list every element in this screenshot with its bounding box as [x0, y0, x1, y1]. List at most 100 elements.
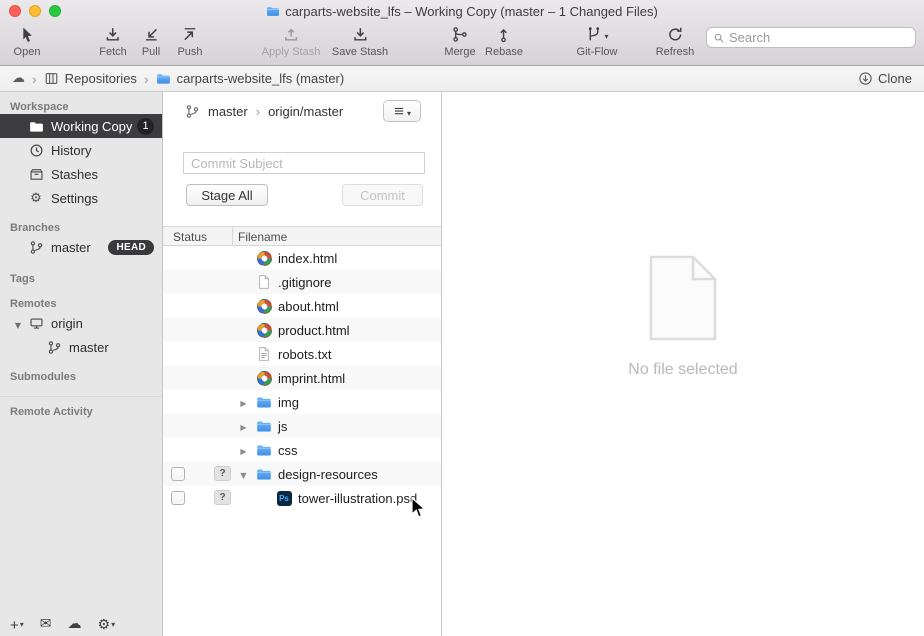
- folder-icon: [256, 442, 272, 458]
- section-remotes: Remotes: [0, 298, 162, 311]
- disclosure-triangle-icon[interactable]: [237, 393, 250, 411]
- search-field[interactable]: [706, 27, 916, 48]
- sidebar-item-remote-branch-master[interactable]: master: [0, 335, 162, 359]
- titlebar[interactable]: carparts-website_lfs – Working Copy (mas…: [0, 0, 924, 22]
- save-stash-button[interactable]: Save Stash: [332, 24, 388, 58]
- file-name: imprint.html: [278, 371, 345, 386]
- fetch-icon: [104, 24, 121, 45]
- folder-row[interactable]: img: [163, 390, 441, 414]
- sidebar: Workspace Working Copy 1 History Stashes…: [0, 92, 163, 636]
- disclosure-triangle-icon[interactable]: [237, 465, 250, 483]
- status-column-header: Status: [173, 230, 207, 244]
- disclosure-triangle-icon[interactable]: [12, 316, 24, 331]
- save-stash-label: Save Stash: [332, 46, 388, 58]
- file-name: product.html: [278, 323, 350, 338]
- rebase-button[interactable]: Rebase: [485, 24, 523, 58]
- disclosure-triangle-icon[interactable]: [237, 417, 250, 435]
- breadcrumb-repositories-label: Repositories: [65, 71, 137, 86]
- toolbar: Open Fetch Pull Push Apply Stash Save St…: [0, 22, 924, 66]
- notifications-button[interactable]: [40, 616, 52, 631]
- sidebar-item-label: History: [51, 143, 91, 158]
- file-name: index.html: [278, 251, 337, 266]
- cloud-icon: [68, 616, 82, 631]
- search-icon: [713, 32, 725, 44]
- column-divider[interactable]: [232, 227, 233, 245]
- sidebar-item-stashes[interactable]: Stashes: [0, 162, 162, 186]
- sidebar-item-branch-master[interactable]: master HEAD: [0, 235, 162, 259]
- head-badge: HEAD: [108, 240, 154, 255]
- add-repository-button[interactable]: [10, 615, 24, 632]
- file-row[interactable]: about.html: [163, 294, 441, 318]
- folder-row[interactable]: ? design-resources: [163, 462, 441, 486]
- minimize-window-button[interactable]: [29, 5, 41, 17]
- upstream-branch-label[interactable]: origin/master: [268, 104, 343, 119]
- stage-all-button[interactable]: Stage All: [186, 184, 268, 206]
- stage-checkbox[interactable]: [171, 467, 185, 481]
- folder-icon: [256, 394, 272, 410]
- commit-button[interactable]: Commit: [342, 184, 423, 206]
- open-icon: [18, 24, 35, 45]
- push-button[interactable]: Push: [177, 24, 202, 58]
- zoom-window-button[interactable]: [49, 5, 61, 17]
- html-file-icon: [256, 370, 272, 386]
- branch-label: master: [51, 240, 91, 255]
- refresh-button[interactable]: Refresh: [656, 24, 695, 58]
- branch-icon: [28, 240, 44, 255]
- folder-icon: [256, 418, 272, 434]
- sidebar-item-working-copy[interactable]: Working Copy 1: [0, 114, 162, 138]
- remote-label: origin: [51, 316, 83, 331]
- current-branch-label[interactable]: master: [208, 104, 248, 119]
- detail-panel: No file selected: [442, 92, 924, 636]
- file-row[interactable]: ? tower-illustration.psd: [163, 486, 441, 510]
- settings-menu-button[interactable]: [98, 615, 116, 632]
- git-flow-button[interactable]: Git-Flow: [577, 24, 618, 58]
- rebase-icon: [495, 24, 512, 45]
- merge-button[interactable]: Merge: [444, 24, 475, 58]
- file-row[interactable]: imprint.html: [163, 366, 441, 390]
- open-button[interactable]: Open: [14, 24, 41, 58]
- cloud-services-button[interactable]: [68, 616, 82, 631]
- no-file-selected-message: No file selected: [628, 361, 737, 379]
- folder-row[interactable]: js: [163, 414, 441, 438]
- sidebar-item-remote-origin[interactable]: origin: [0, 311, 162, 335]
- file-name: js: [278, 419, 287, 434]
- folder-row[interactable]: css: [163, 438, 441, 462]
- file-row[interactable]: index.html: [163, 246, 441, 270]
- file-name: about.html: [278, 299, 339, 314]
- stage-checkbox[interactable]: [171, 491, 185, 505]
- traffic-lights: [9, 5, 61, 17]
- stashes-box-icon: [28, 167, 44, 182]
- view-options-button[interactable]: [383, 100, 421, 122]
- clone-button[interactable]: Clone: [858, 71, 912, 86]
- cloud-workspace-icon[interactable]: [12, 71, 25, 86]
- envelope-icon: [40, 616, 52, 631]
- merge-icon: [452, 24, 469, 45]
- file-row[interactable]: robots.txt: [163, 342, 441, 366]
- file-row[interactable]: .gitignore: [163, 270, 441, 294]
- chevron-down-icon: [20, 615, 24, 632]
- close-window-button[interactable]: [9, 5, 21, 17]
- disclosure-triangle-icon[interactable]: [237, 441, 250, 459]
- file-row[interactable]: product.html: [163, 318, 441, 342]
- breadcrumb-repositories[interactable]: Repositories: [44, 71, 137, 86]
- pull-button[interactable]: Pull: [142, 24, 160, 58]
- html-file-icon: [256, 250, 272, 266]
- hamburger-menu-icon: [393, 105, 405, 117]
- file-table: index.html .gitignore about.html product…: [163, 246, 441, 510]
- branch-separator-icon: [256, 104, 260, 119]
- breadcrumb-current-repo[interactable]: carparts-website_lfs (master): [156, 71, 345, 86]
- fetch-button[interactable]: Fetch: [99, 24, 127, 58]
- chevron-down-icon: [604, 26, 608, 44]
- file-table-header: Status Filename: [163, 226, 441, 246]
- titlebar-folder-icon: [266, 4, 280, 18]
- sidebar-item-history[interactable]: History: [0, 138, 162, 162]
- commit-subject-input[interactable]: [183, 152, 425, 174]
- document-file-icon: [256, 274, 272, 290]
- branch-icon: [46, 340, 62, 355]
- sidebar-item-label: Stashes: [51, 167, 98, 182]
- section-submodules: Submodules: [0, 371, 162, 384]
- apply-stash-button[interactable]: Apply Stash: [262, 24, 321, 58]
- sidebar-item-settings[interactable]: ⚙ Settings: [0, 186, 162, 210]
- repositories-shelf-icon: [44, 71, 59, 86]
- search-input[interactable]: [729, 30, 909, 45]
